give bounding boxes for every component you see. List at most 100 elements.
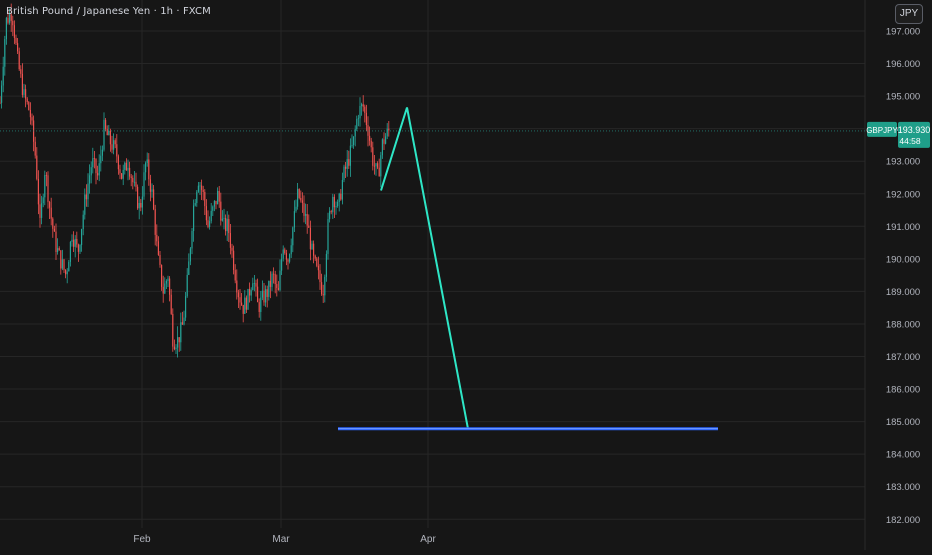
candle-body: [140, 202, 142, 208]
candle-body: [250, 290, 252, 296]
candle-body: [7, 17, 9, 23]
candle-body: [217, 191, 219, 205]
candle-body: [181, 322, 183, 325]
candle-body: [52, 218, 54, 229]
candle-body: [380, 155, 382, 177]
y-tick-label: 196.000: [886, 59, 920, 70]
candle-body: [13, 25, 15, 38]
candle-body: [306, 213, 308, 226]
candle-body: [50, 207, 52, 219]
candle-body: [221, 218, 223, 221]
candle-body: [209, 221, 211, 228]
candle-body: [247, 288, 249, 310]
candle-body: [242, 304, 244, 314]
candle-body: [127, 167, 129, 171]
candle-body: [338, 193, 340, 203]
candle-body: [276, 284, 278, 288]
candle-body: [113, 140, 115, 150]
candle-body: [343, 166, 345, 180]
candle-body: [132, 177, 134, 183]
candle-body: [204, 191, 206, 207]
candle-body: [239, 297, 241, 303]
candle-body: [228, 219, 230, 234]
y-tick-label: 195.000: [886, 92, 920, 103]
candle-body: [108, 130, 110, 136]
candle-body: [130, 176, 132, 178]
candle-body: [362, 104, 364, 107]
y-tick-label: 182.000: [886, 515, 920, 526]
candle-body: [37, 178, 39, 205]
chart-container[interactable]: 197.000196.000195.000194.000193.000192.0…: [0, 0, 932, 550]
candle-body: [357, 118, 359, 120]
price-tag-value: 193.930: [898, 125, 931, 135]
candle-body: [324, 276, 326, 296]
candle-body: [125, 162, 127, 171]
candle-body: [207, 220, 209, 228]
candle-body: [165, 281, 167, 284]
candle-body: [164, 283, 166, 294]
candle-body: [260, 297, 262, 312]
candle-body: [289, 254, 291, 262]
candle-body: [114, 140, 116, 145]
candle-body: [226, 219, 228, 232]
candle-body: [322, 294, 324, 296]
candle-body: [47, 175, 49, 202]
y-tick-label: 190.000: [886, 254, 920, 265]
candle-body: [196, 191, 198, 204]
candle-body: [319, 270, 321, 283]
candle-body: [81, 229, 83, 245]
candle-body: [39, 204, 41, 218]
candle-body: [241, 302, 243, 305]
currency-button[interactable]: JPY: [895, 4, 923, 24]
candle-body: [183, 317, 185, 325]
candle-body: [191, 230, 193, 249]
y-tick-label: 197.000: [886, 27, 920, 38]
candle-body: [103, 119, 105, 150]
candle-body: [285, 253, 287, 260]
candle-body: [177, 337, 179, 348]
candle-body: [170, 294, 172, 314]
y-tick-label: 193.000: [886, 157, 920, 168]
candle-body: [249, 288, 251, 296]
candle-body: [197, 185, 199, 192]
candle-body: [292, 227, 294, 246]
candle-body: [68, 261, 70, 272]
candle-body: [17, 43, 19, 52]
candle-body: [313, 243, 315, 256]
candle-body: [201, 185, 203, 190]
price-chart[interactable]: 197.000196.000195.000194.000193.000192.0…: [0, 0, 932, 550]
candle-body: [116, 144, 118, 157]
candle-body: [25, 89, 27, 99]
candle-body: [145, 162, 147, 173]
candle-body: [316, 258, 318, 266]
candle-body: [311, 243, 313, 250]
grid: [0, 0, 932, 550]
candle-body: [42, 197, 44, 204]
candle-body: [388, 128, 390, 131]
candle-body: [202, 189, 204, 192]
candle-body: [180, 322, 182, 343]
candle-body: [66, 271, 68, 275]
candle-body: [351, 145, 353, 146]
x-tick-label: Feb: [133, 534, 151, 545]
candle-body: [361, 104, 363, 107]
candle-body: [189, 248, 191, 262]
candle-body: [97, 173, 99, 176]
y-tick-label: 192.000: [886, 189, 920, 200]
candle-body: [90, 167, 92, 176]
candle-body: [135, 181, 137, 187]
candle-body: [143, 172, 145, 197]
candle-body: [253, 283, 255, 284]
candle-body: [20, 69, 22, 74]
candle-body: [213, 200, 215, 207]
candle-body: [89, 175, 91, 184]
candle-body: [282, 249, 284, 259]
candle-body: [138, 202, 140, 209]
candle-body: [23, 89, 25, 95]
candle-body: [2, 66, 4, 86]
candle-body: [45, 175, 47, 176]
candle-body: [346, 159, 348, 169]
candle-body: [60, 250, 62, 269]
candle-body: [159, 254, 161, 265]
candle-body: [111, 144, 113, 150]
